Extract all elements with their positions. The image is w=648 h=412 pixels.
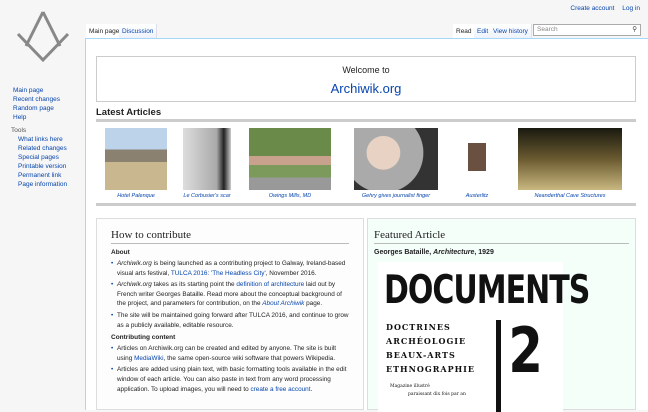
list-item: Archiwik.org is being launched as a cont… bbox=[111, 259, 349, 278]
article-image-le-corbusier-scar[interactable] bbox=[183, 128, 231, 190]
sidebar-item-related-changes[interactable]: Related changes bbox=[18, 144, 67, 153]
tab-read[interactable]: Read bbox=[453, 24, 476, 38]
site-name: Archiwik.org bbox=[117, 281, 152, 289]
cover-rule bbox=[496, 320, 501, 412]
caption-gehry[interactable]: Gehry gives journalist finger bbox=[346, 193, 446, 199]
site-name-link[interactable]: Archiwik.org bbox=[97, 81, 635, 96]
search-placeholder: Search bbox=[537, 26, 558, 33]
article-image-owings-mills[interactable] bbox=[249, 128, 331, 190]
caption-owings-mills[interactable]: Owings Mills, MD bbox=[249, 193, 331, 199]
contributing-heading: Contributing content bbox=[111, 334, 176, 342]
definition-link[interactable]: definition of architecture bbox=[236, 281, 304, 288]
how-to-contribute-heading: How to contribute bbox=[111, 229, 349, 244]
cover-line: ARCHÉOLOGIE bbox=[386, 336, 467, 346]
title: Architecture bbox=[433, 249, 475, 256]
sidebar-item-page-information[interactable]: Page information bbox=[18, 180, 67, 189]
caption-austerlitz[interactable]: Austerlitz bbox=[457, 193, 497, 199]
list-item: Articles on Archiwik.org can be created … bbox=[111, 344, 349, 363]
caption-hotel-palenque[interactable]: Hotel Palenque bbox=[100, 193, 172, 199]
sidebar-item-help[interactable]: Help bbox=[13, 113, 60, 122]
tab-view-history[interactable]: View history bbox=[490, 24, 532, 38]
text: , the same open-source wiki software tha… bbox=[163, 354, 336, 362]
sidebar-item-recent-changes[interactable]: Recent changes bbox=[13, 95, 60, 104]
list-item: Articles are added using plain text, wit… bbox=[111, 365, 349, 394]
site-name: Archiwik.org bbox=[117, 260, 152, 267]
list-item: The site will be maintained going forwar… bbox=[111, 311, 349, 330]
cover-line: ETHNOGRAPHIE bbox=[386, 364, 475, 374]
sidebar-tools: Tools What links here Related changes Sp… bbox=[11, 126, 67, 189]
article-image-hotel-palenque[interactable] bbox=[105, 128, 167, 190]
sidebar-item-special-pages[interactable]: Special pages bbox=[18, 153, 67, 162]
article-image-austerlitz[interactable] bbox=[460, 128, 494, 190]
welcome-text: Welcome to bbox=[342, 65, 390, 75]
sidebar-item-what-links-here[interactable]: What links here bbox=[18, 135, 67, 144]
divider bbox=[96, 203, 636, 206]
create-account-link[interactable]: Create account bbox=[570, 5, 614, 12]
search-icon[interactable]: ⚲ bbox=[632, 25, 637, 33]
tab-discussion[interactable]: Discussion bbox=[119, 24, 158, 38]
latest-articles-heading: Latest Articles bbox=[96, 107, 162, 118]
text: page. bbox=[304, 300, 323, 308]
cover-number: 2 bbox=[508, 314, 543, 387]
article-image-gehry[interactable] bbox=[354, 128, 438, 190]
welcome-box: Welcome to Archiwik.org bbox=[96, 56, 636, 102]
sidebar-item-printable-version[interactable]: Printable version bbox=[18, 162, 67, 171]
about-heading: About bbox=[111, 249, 130, 256]
tools-heading: Tools bbox=[11, 127, 27, 134]
about-archiwik-link[interactable]: About Archiwik bbox=[262, 300, 304, 307]
caption-neanderthal[interactable]: Neanderthal Cave Structures bbox=[510, 193, 630, 199]
cover-line: BEAUX-ARTS bbox=[386, 350, 456, 360]
featured-article-title: Georges Bataille, Architecture, 1929 bbox=[374, 249, 629, 256]
tulca-link[interactable]: TULCA 2016: 'The Headless City' bbox=[171, 270, 266, 277]
mediawiki-link[interactable]: MediaWiki bbox=[134, 355, 163, 362]
text: . bbox=[310, 385, 313, 393]
site-logo[interactable] bbox=[12, 8, 74, 66]
text: takes as its starting point the bbox=[151, 281, 237, 289]
cover-title: DOCUMENTS bbox=[384, 268, 590, 314]
cover-small-text: paraissant dix fois par an bbox=[408, 392, 466, 397]
author: Georges Bataille, bbox=[374, 249, 434, 256]
caption-le-corbusier-scar[interactable]: Le Corbusier's scar bbox=[172, 193, 242, 199]
featured-image-documents-cover[interactable]: DOCUMENTS DOCTRINES ARCHÉOLOGIE BEAUX-AR… bbox=[378, 262, 590, 412]
personal-tools: Create account Log in bbox=[564, 5, 640, 12]
list-item: Archiwik.org takes as its starting point… bbox=[111, 280, 349, 309]
text: , November 2016. bbox=[265, 269, 317, 277]
featured-article-heading: Featured Article bbox=[374, 229, 629, 244]
sidebar-item-random-page[interactable]: Random page bbox=[13, 104, 60, 113]
cover-line: DOCTRINES bbox=[386, 322, 451, 332]
article-image-neanderthal-cave[interactable] bbox=[518, 128, 622, 190]
sidebar-navigation: Main page Recent changes Random page Hel… bbox=[13, 86, 60, 122]
how-to-contribute-box: How to contribute About Archiwik.org is … bbox=[96, 218, 364, 410]
log-in-link[interactable]: Log in bbox=[622, 5, 640, 12]
cover-small-text: Magazine illustré bbox=[390, 384, 430, 389]
sidebar-item-main-page[interactable]: Main page bbox=[13, 86, 60, 95]
search-input[interactable]: Search ⚲ bbox=[533, 24, 641, 36]
sidebar-item-permanent-link[interactable]: Permanent link bbox=[18, 171, 67, 180]
year: , 1929 bbox=[474, 249, 494, 256]
create-account-link[interactable]: create a free account bbox=[250, 386, 310, 393]
tab-main-page[interactable]: Main page bbox=[86, 24, 124, 38]
divider bbox=[96, 119, 636, 122]
featured-article-box: Featured Article Georges Bataille, Archi… bbox=[367, 218, 636, 412]
